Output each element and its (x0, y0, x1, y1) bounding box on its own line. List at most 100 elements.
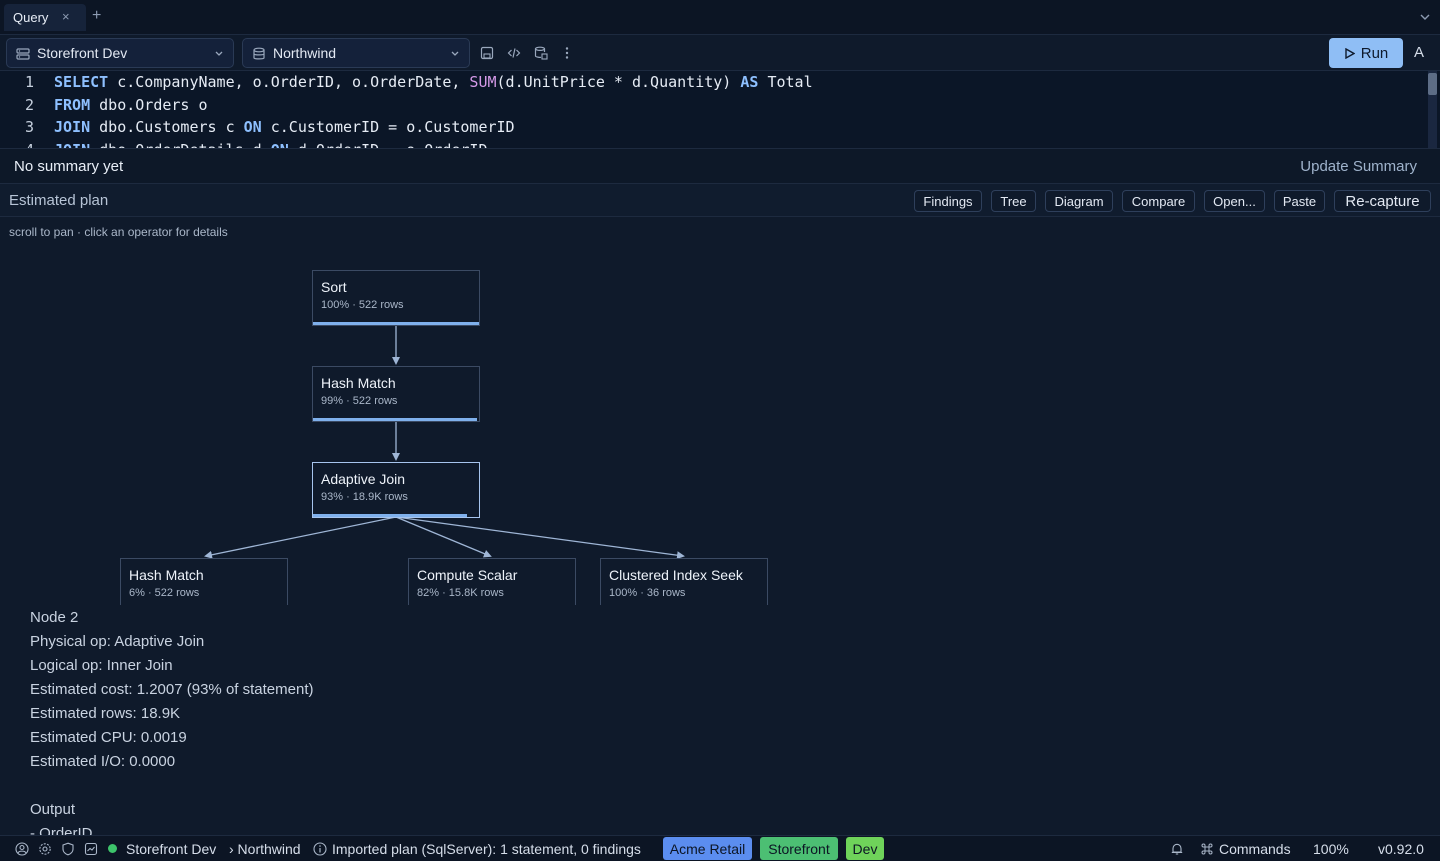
toolbar: Storefront Dev Northwind Run A (0, 35, 1440, 71)
detail-node-id: Node 2 (30, 609, 79, 626)
compare-button[interactable]: Compare (1122, 190, 1195, 212)
save-icon[interactable] (480, 46, 494, 60)
chevron-down-icon (215, 51, 223, 56)
status-connection[interactable]: Storefront Dev (126, 841, 216, 857)
detail-logical-op: Logical op: Inner Join (30, 657, 173, 674)
plan-node-hash-match-child[interactable]: Hash Match 6% · 522 rows (120, 558, 288, 605)
update-summary-link[interactable]: Update Summary (1300, 158, 1417, 175)
code-text: SELECT c.CompanyName, o.OrderID, o.Order… (54, 71, 813, 93)
badge-dev[interactable]: Dev (846, 837, 884, 860)
edge-adaptive-join-index-seek (395, 516, 685, 560)
connection-status-dot (108, 844, 117, 853)
detail-estimated-cost: Estimated cost: 1.2007 (93% of statement… (30, 681, 314, 698)
code-text: FROM dbo.Orders o (54, 94, 208, 116)
add-tab-icon[interactable]: + (92, 8, 101, 24)
node-name: Adaptive Join (321, 471, 406, 487)
command-icon (1201, 843, 1213, 855)
summary-text: No summary yet (14, 158, 124, 175)
plan-diagram[interactable]: scroll to pan · click an operator for de… (0, 217, 1440, 605)
badge-storefront[interactable]: Storefront (760, 837, 838, 860)
paste-button[interactable]: Paste (1274, 190, 1325, 212)
editor-scrollbar[interactable] (1428, 71, 1437, 148)
info-icon (313, 842, 327, 856)
node-cost-bar (313, 322, 479, 325)
sql-function: SUM (469, 73, 497, 91)
tab-title: Query (13, 10, 49, 25)
sql-editor[interactable]: 1 SELECT c.CompanyName, o.OrderID, o.Orde… (0, 71, 1440, 149)
node-name: Clustered Index Seek (609, 567, 743, 583)
node-name: Hash Match (129, 567, 204, 583)
line-number: 1 (24, 73, 34, 91)
sql-keyword: JOIN (54, 118, 91, 136)
sql-text: c.CustomerID = o.CustomerID (261, 118, 515, 136)
node-name: Compute Scalar (417, 567, 518, 583)
plan-node-adaptive-join[interactable]: Adaptive Join 93% · 18.9K rows (312, 462, 480, 518)
edge-adaptive-join-hash-match (204, 516, 397, 559)
sql-keyword: AS (740, 73, 759, 91)
tab-query[interactable]: Query × (4, 4, 86, 31)
sql-text: c.CompanyName, o.OrderID, o.OrderDate, (108, 73, 470, 91)
code-text: JOIN dbo.Customers c ON c.CustomerID = o… (54, 116, 515, 138)
settings-icon[interactable] (38, 842, 52, 856)
node-stats: 93% · 18.9K rows (321, 491, 408, 503)
connection-select-label: Storefront Dev (37, 45, 128, 61)
plan-edges (204, 325, 685, 560)
database-table-icon[interactable] (534, 46, 548, 60)
database-icon (253, 47, 265, 60)
editor-line[interactable]: 3 JOIN dbo.Customers c ON c.CustomerID = … (0, 116, 1425, 138)
commands-button[interactable]: Commands (1219, 841, 1291, 857)
code-text: JOIN dbo.OrderDetails d ON d.OrderID = o… (54, 139, 488, 149)
database-select[interactable]: Northwind (242, 38, 470, 68)
close-icon[interactable]: × (62, 9, 70, 24)
plan-header: Estimated plan Findings Tree Diagram Com… (0, 184, 1440, 217)
node-stats: 82% · 15.8K rows (417, 587, 504, 599)
code-icon[interactable] (507, 46, 521, 60)
detail-output-heading: Output (30, 801, 76, 818)
sql-text: dbo.Orders o (90, 95, 208, 114)
diagram-button[interactable]: Diagram (1045, 190, 1113, 212)
server-icon (16, 48, 30, 60)
badge-acme-retail[interactable]: Acme Retail (663, 837, 752, 860)
sql-keyword: FROM (54, 95, 91, 114)
recapture-button[interactable]: Re-capture (1334, 190, 1431, 212)
sql-keyword: SELECT (54, 73, 109, 91)
plan-node-clustered-index-seek[interactable]: Clustered Index Seek 100% · 36 rows (600, 558, 768, 605)
summary-bar: No summary yet Update Summary (0, 149, 1440, 184)
editor-line[interactable]: 1 SELECT c.CompanyName, o.OrderID, o.Orde… (0, 71, 1425, 93)
status-message: Imported plan (SqlServer): 1 statement, … (332, 841, 641, 857)
node-cost-bar (313, 514, 468, 517)
line-number: 3 (24, 118, 34, 136)
detail-estimated-cpu: Estimated CPU: 0.0019 (30, 729, 187, 746)
plan-node-sort[interactable]: Sort 100% · 522 rows (312, 270, 480, 326)
more-vertical-icon[interactable] (560, 46, 574, 60)
status-database[interactable]: › Northwind (229, 841, 301, 857)
node-stats: 6% · 522 rows (129, 587, 200, 599)
chevron-down-icon[interactable] (1418, 10, 1432, 24)
node-stats: 100% · 36 rows (609, 587, 686, 599)
play-icon (1345, 47, 1355, 59)
detail-estimated-io: Estimated I/O: 0.0000 (30, 753, 176, 770)
node-stats: 100% · 522 rows (321, 299, 404, 311)
run-button[interactable]: Run (1329, 38, 1403, 68)
detail-output-item: - OrderID (30, 825, 93, 835)
connection-select[interactable]: Storefront Dev (6, 38, 234, 68)
open-button[interactable]: Open... (1204, 190, 1265, 212)
tab-bar: Query × + (0, 0, 1440, 35)
editor-line[interactable]: 4 JOIN dbo.OrderDetails d ON d.OrderID = … (0, 139, 1425, 149)
account-icon[interactable] (15, 842, 29, 856)
sql-keyword: ON (243, 118, 262, 136)
chart-icon[interactable] (84, 842, 98, 856)
scrollbar-thumb[interactable] (1428, 73, 1437, 95)
zoom-level[interactable]: 100% (1313, 841, 1349, 857)
plan-node-compute-scalar[interactable]: Compute Scalar 82% · 15.8K rows (408, 558, 576, 605)
tree-button[interactable]: Tree (991, 190, 1036, 212)
chevron-down-icon (451, 51, 459, 56)
editor-line[interactable]: 2 FROM dbo.Orders o (0, 94, 1425, 116)
avatar[interactable]: A (1414, 44, 1424, 61)
shield-icon[interactable] (61, 842, 75, 856)
findings-button[interactable]: Findings (914, 190, 982, 212)
status-bar: Storefront Dev › Northwind Imported plan… (0, 835, 1440, 861)
plan-node-hash-match[interactable]: Hash Match 99% · 522 rows (312, 366, 480, 422)
detail-physical-op: Physical op: Adaptive Join (30, 633, 205, 650)
bell-icon[interactable] (1170, 842, 1184, 856)
